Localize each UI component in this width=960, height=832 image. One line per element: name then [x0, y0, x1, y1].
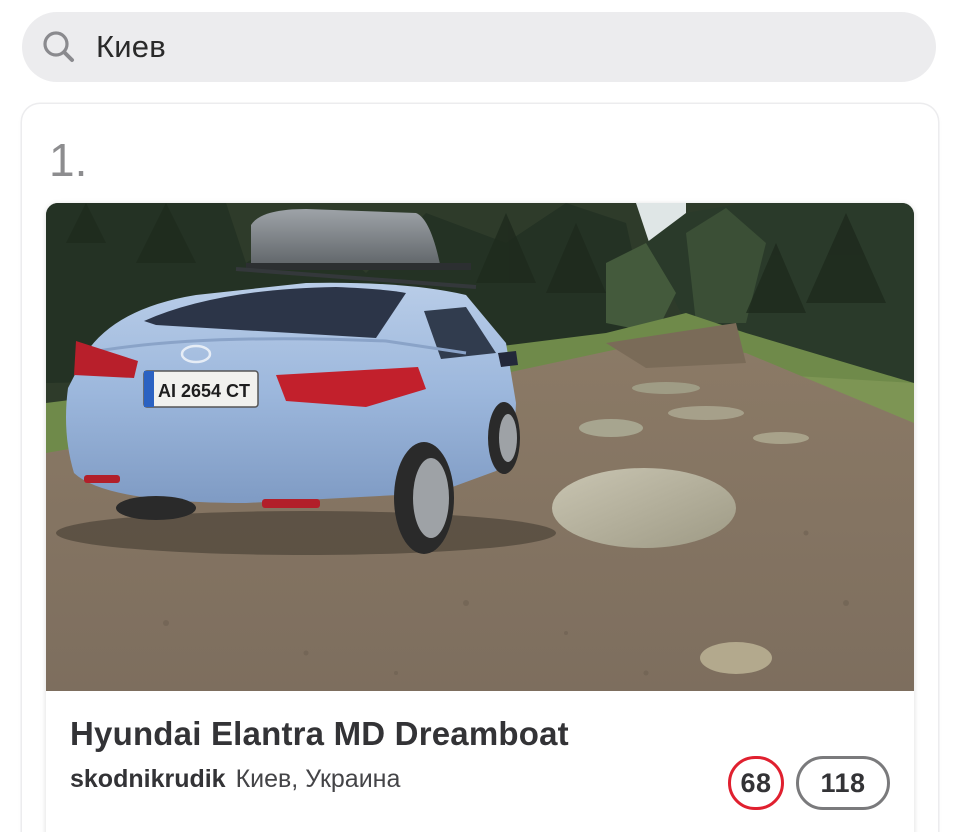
page: 1. — [0, 0, 960, 832]
car-title[interactable]: Hyundai Elantra MD Dreamboat — [70, 715, 569, 753]
author-name[interactable]: skodnikrudik — [70, 765, 226, 793]
result-card[interactable]: 1. AI 2654 CT Hyundai Elantra MD Dreambo… — [22, 104, 938, 832]
car-location: Киев, Украина — [235, 765, 401, 793]
search-input[interactable] — [96, 29, 856, 65]
car-photo[interactable]: AI 2654 CT — [46, 203, 914, 691]
result-rank: 1. — [49, 134, 88, 186]
search-icon — [42, 30, 76, 64]
search-bar[interactable] — [22, 12, 936, 82]
count-badge[interactable]: 118 — [796, 756, 890, 810]
rating-badge[interactable]: 68 — [728, 756, 784, 810]
license-plate-text: AI 2654 CT — [158, 381, 250, 401]
car-card[interactable]: AI 2654 CT Hyundai Elantra MD Dreamboat … — [46, 203, 914, 832]
car-meta: skodnikrudik Киев, Украина — [70, 765, 400, 794]
